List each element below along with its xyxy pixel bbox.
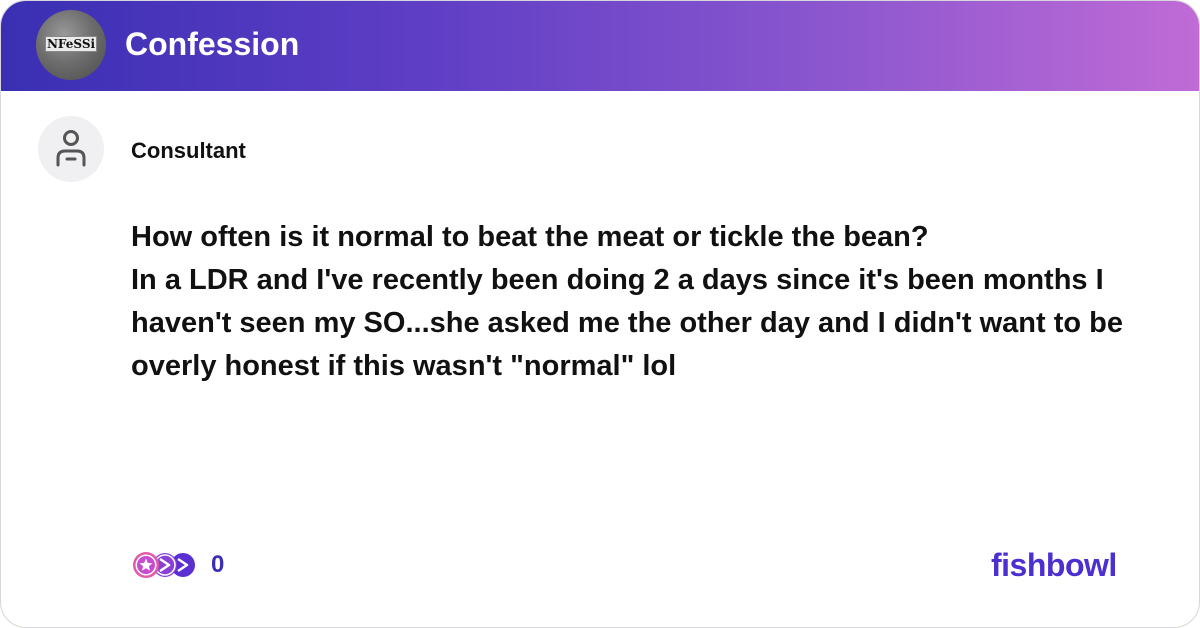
heart-reaction-icon xyxy=(133,552,159,578)
header-bar: NFeSSi Confession xyxy=(1,1,1199,91)
post-card: NFeSSi Confession Consultant How often i… xyxy=(0,0,1200,628)
reaction-count: 0 xyxy=(211,551,225,578)
user-icon xyxy=(56,130,86,167)
post-text: In a LDR and I've recently been doing 2 … xyxy=(131,264,1123,382)
reaction-icons[interactable] xyxy=(131,550,201,580)
group-avatar[interactable]: NFeSSi xyxy=(36,10,106,80)
group-avatar-text: NFeSSi xyxy=(44,36,98,52)
group-title[interactable]: Confession xyxy=(125,23,299,65)
fishbowl-logo[interactable]: fishbowl xyxy=(991,544,1117,586)
post-title: How often is it normal to beat the meat … xyxy=(131,221,929,253)
author-avatar[interactable] xyxy=(38,116,104,182)
post-body: How often is it normal to beat the meat … xyxy=(131,216,1141,388)
group-avatar-label: NFeSSi xyxy=(36,36,106,52)
author-name[interactable]: Consultant xyxy=(131,137,246,165)
